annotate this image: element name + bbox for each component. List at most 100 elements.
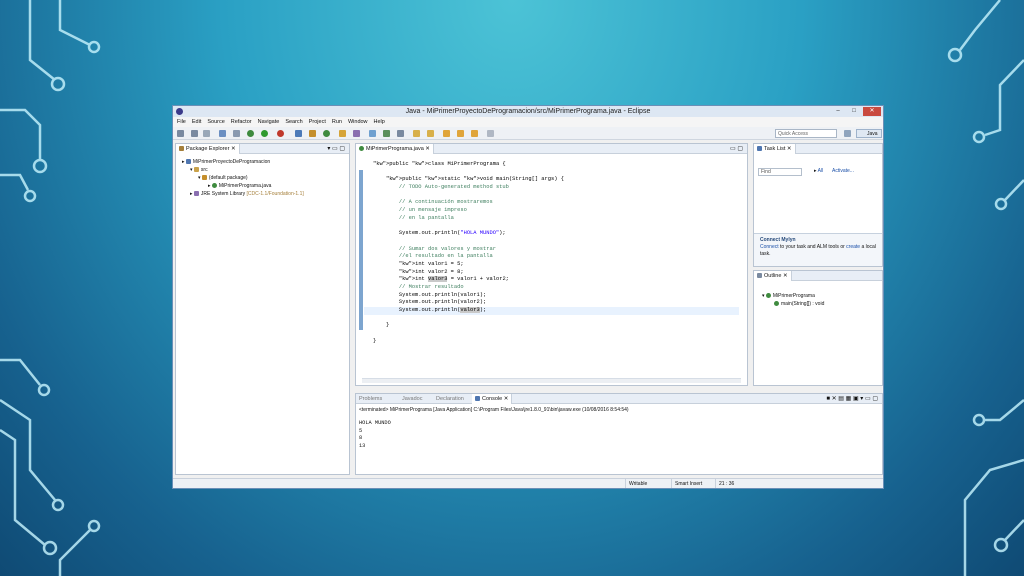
close-button[interactable]: ✕ [863,107,881,116]
java-file-icon [359,146,364,152]
menu-edit[interactable]: Edit [192,117,201,127]
print-icon[interactable] [203,130,210,137]
debug-icon[interactable] [247,130,254,137]
outline-method-item[interactable]: main(String[]) : void [762,300,824,308]
tab-task-list[interactable]: Task List ✕ [754,144,796,154]
mylyn-create-link[interactable]: create [846,244,860,250]
mylyn-title: Connect Mylyn [760,237,796,243]
menu-help[interactable]: Help [374,117,385,127]
tab-declaration[interactable]: Declaration [436,394,464,404]
new-java-project-icon[interactable] [295,130,302,137]
menu-search[interactable]: Search [285,117,302,127]
project-icon [185,159,191,165]
quick-access-input[interactable]: Quick Access [775,129,837,138]
new-package-icon[interactable] [309,130,316,137]
tab-outline[interactable]: Outline ✕ [754,271,792,281]
terminal-icon[interactable] [219,130,226,137]
editor-horizontal-scrollbar[interactable] [362,378,741,383]
jre-label: JRE System Library [200,191,246,197]
toggle-icon[interactable] [233,130,240,137]
tab-package-explorer[interactable]: Package Explorer ✕ [176,144,240,154]
status-writable: Writable [625,479,671,488]
open-type-icon[interactable] [339,130,346,137]
java-perspective-button[interactable]: Java [856,129,882,138]
menu-window[interactable]: Window [348,117,368,127]
toggle-mark-icon[interactable] [369,130,376,137]
last-edit-icon[interactable] [443,130,450,137]
show-whitespace-icon[interactable] [397,130,404,137]
minimize-button[interactable]: – [831,107,845,116]
window-title: Java - MiPrimerProyectoDeProgramacion/sr… [405,108,651,115]
source-folder-icon [193,167,199,173]
menu-run[interactable]: Run [332,117,342,127]
editor-min-max-icon[interactable]: ▭ ▢ [730,144,743,154]
default-package-label: (default package) [208,175,248,181]
java-file-label: MiPrimerPrograma.java [218,183,272,189]
maximize-button[interactable]: □ [847,107,861,116]
tab-problems[interactable]: Problems [359,394,382,404]
new-icon[interactable] [177,130,184,137]
menu-project[interactable]: Project [309,117,326,127]
save-icon[interactable] [191,130,198,137]
run-icon[interactable] [261,130,268,137]
console-toolbar-icons[interactable]: ■ ✕ ▤ ▦ ▣ ▾ ▭ ▢ [826,394,878,404]
menu-source[interactable]: Source [207,117,224,127]
jre-detail: [CDC-1.1/Foundation-1.1] [246,191,304,197]
task-list-panel: Task List ✕ Find ▸ All Activate... Conne… [753,143,883,267]
back-icon[interactable] [457,130,464,137]
code-line: "kw">public "kw">static "kw">void main(S… [385,176,564,183]
pin-icon[interactable] [487,130,494,137]
code-line: System.out.println(valor1); [373,291,487,298]
outline-panel: Outline ✕ ▾ MiPrimerPrograma main(String… [753,270,883,386]
src-label: src [200,167,208,173]
tab-javadoc[interactable]: Javadoc [402,394,423,404]
tab-editor-file[interactable]: MiPrimerPrograma.java ✕ [356,144,434,154]
mylyn-connect-link[interactable]: Connect [760,244,779,250]
tree-item-project[interactable]: ▸ MiPrimerProyectoDeProgramacion [182,158,304,166]
task-list-label: Task List [764,146,786,152]
project-label: MiPrimerProyectoDeProgramacion [192,159,271,165]
code-line: System.out.println("HOLA MUNDO"); [373,230,506,237]
tab-console[interactable]: Console ✕ [472,394,513,404]
outline-method-label: main(String[]) : void [781,301,825,307]
editor-panel: MiPrimerPrograma.java ✕ ▭ ▢ "kw">public … [355,143,748,386]
perspective-label: Java [867,131,878,137]
menu-navigate[interactable]: Navigate [258,117,280,127]
code-area[interactable]: "kw">public "kw">class MiPrimerPrograma … [373,161,564,346]
tree-item-src[interactable]: ▾ src [182,166,304,174]
code-line: // A continuación mostraremos [398,199,493,206]
menu-refactor[interactable]: Refactor [231,117,252,127]
search-icon[interactable] [353,130,360,137]
tree-item-java-file[interactable]: ▸ MiPrimerPrograma.java [182,182,304,190]
task-all-button[interactable]: ▸ All [814,168,823,174]
title-bar: Java - MiPrimerProyectoDeProgramacion/sr… [173,106,883,117]
open-perspective-icon[interactable] [844,130,851,137]
editor-tabbar: MiPrimerPrograma.java ✕ ▭ ▢ [356,144,747,154]
console-output[interactable]: HOLA MUNDO 5 8 13 [359,420,391,450]
tree-item-default-package[interactable]: ▾ (default package) [182,174,304,182]
code-line: } [373,337,377,344]
annotation-icon[interactable] [383,130,390,137]
library-icon [193,191,199,197]
code-line: System.out.println(valor3); [373,307,487,314]
eclipse-window: Java - MiPrimerProyectoDeProgramacion/sr… [172,105,884,489]
code-line: // TODO Auto-generated method stub [398,184,509,191]
method-icon [774,301,779,307]
console-line: HOLA MUNDO [359,420,391,426]
new-class-icon[interactable] [323,130,330,137]
view-menu-icon[interactable]: ▾ ▭ ▢ [327,144,345,154]
task-find-input[interactable]: Find [758,168,802,176]
task-activate-link[interactable]: Activate... [832,168,854,174]
outline-class-item[interactable]: ▾ MiPrimerPrograma [762,292,824,300]
console-line: 5 [359,427,363,434]
package-icon [201,175,207,181]
forward-icon[interactable] [471,130,478,137]
tree-item-jre[interactable]: ▸ JRE System Library [CDC-1.1/Foundation… [182,190,304,198]
next-annotation-icon[interactable] [413,130,420,137]
previous-annotation-icon[interactable] [427,130,434,137]
code-line: System.out.println(valor2); [373,299,487,306]
menu-file[interactable]: File [177,117,186,127]
external-tools-icon[interactable] [277,130,284,137]
